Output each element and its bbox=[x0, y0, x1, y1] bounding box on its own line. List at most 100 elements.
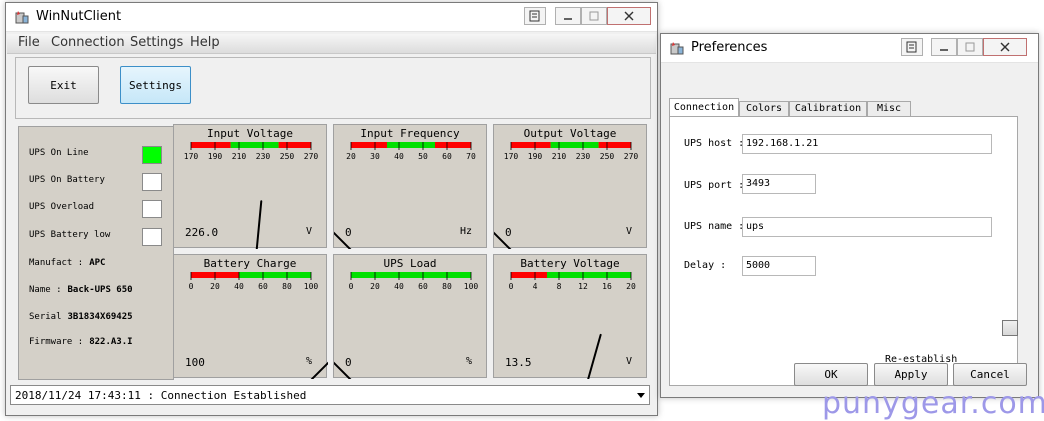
gauge-band-red bbox=[511, 142, 551, 148]
gauge-tick-label: 0 bbox=[189, 282, 194, 291]
gauge-value: 100 bbox=[185, 356, 205, 369]
gauge-tick-label: 270 bbox=[304, 152, 319, 161]
gauge-tick-label: 40 bbox=[394, 152, 404, 161]
preferences-window: Preferences Connection Colors Calibratio… bbox=[660, 33, 1039, 398]
maximize-icon[interactable] bbox=[957, 38, 983, 56]
gauge-unit: % bbox=[305, 356, 312, 367]
gauge-tick-label: 20 bbox=[346, 152, 356, 161]
minimize-icon[interactable] bbox=[555, 7, 581, 25]
gauge-tick-label: 170 bbox=[184, 152, 199, 161]
tab-calibration[interactable]: Calibration bbox=[789, 101, 867, 117]
gauge-band-red bbox=[511, 272, 547, 278]
info-serial: Serial 3B1834X69425 bbox=[29, 312, 133, 322]
maximize-icon[interactable] bbox=[581, 7, 607, 25]
ups-host-input[interactable]: 192.168.1.21 bbox=[742, 134, 992, 154]
manufact-label: Manufact : bbox=[29, 258, 84, 268]
gauge-tick-label: 190 bbox=[528, 152, 543, 161]
delay-input[interactable]: 5000 bbox=[742, 256, 816, 276]
status-label-battery-low: UPS Battery low bbox=[29, 230, 111, 240]
close-icon[interactable] bbox=[983, 38, 1027, 56]
gauge-needle bbox=[334, 361, 352, 379]
tab-misc[interactable]: Misc bbox=[867, 101, 911, 117]
status-indicator-online bbox=[142, 146, 162, 164]
gauge-tick-label: 50 bbox=[418, 152, 428, 161]
gauge-tick-label: 80 bbox=[282, 282, 292, 291]
gauge-tick-label: 12 bbox=[578, 282, 588, 291]
preferences-title: Preferences bbox=[691, 40, 768, 55]
gauge-tick-label: 210 bbox=[232, 152, 247, 161]
gauge-output-voltage: 170 190 210 230 250 270 Output Voltage 0 V bbox=[493, 124, 647, 249]
gauge-band-red bbox=[351, 142, 387, 148]
gauge-band-red bbox=[191, 142, 231, 148]
gauge-tick-label: 20 bbox=[210, 282, 220, 291]
gauge-tick-label: 250 bbox=[600, 152, 615, 161]
gauge-tick-label: 80 bbox=[442, 282, 452, 291]
menu-settings[interactable]: Settings bbox=[130, 35, 183, 50]
gauge-title: Battery Charge bbox=[203, 257, 297, 270]
toolbar: Exit Settings bbox=[15, 57, 651, 119]
gauge-title: UPS Load bbox=[383, 257, 437, 270]
gauge-ups-load: 0 20 40 60 80 100 UPS Load 0 % bbox=[333, 254, 487, 379]
reestablish-checkbox[interactable] bbox=[1002, 320, 1018, 336]
firmware-label: Firmware : bbox=[29, 337, 84, 347]
gauge-tick-label: 250 bbox=[280, 152, 295, 161]
gauge-title: Input Voltage bbox=[206, 127, 294, 140]
tab-colors[interactable]: Colors bbox=[739, 101, 789, 117]
gauge-svg: 0 20 40 60 80 100 bbox=[334, 272, 478, 379]
close-icon[interactable] bbox=[607, 7, 651, 25]
gauge-unit: V bbox=[625, 226, 632, 237]
ups-port-input[interactable]: 3493 bbox=[742, 174, 816, 194]
gauge-band-red bbox=[278, 142, 311, 148]
ok-button[interactable]: OK bbox=[794, 363, 868, 386]
name-label: Name : bbox=[29, 285, 62, 295]
gauge-unit: V bbox=[625, 356, 632, 367]
status-label-online: UPS On Line bbox=[29, 148, 89, 158]
cancel-button[interactable]: Cancel bbox=[953, 363, 1027, 386]
gauge-tick-label: 40 bbox=[234, 282, 244, 291]
main-window-title: WinNutClient bbox=[36, 9, 122, 24]
gauge-tick-label: 70 bbox=[466, 152, 476, 161]
watermark: punygear.com bbox=[822, 386, 1044, 421]
menu-file[interactable]: File bbox=[18, 35, 40, 50]
preferences-titlebar[interactable]: Preferences bbox=[661, 34, 1038, 63]
ups-host-label: UPS host : bbox=[684, 138, 745, 149]
menu-connection[interactable]: Connection bbox=[51, 35, 125, 50]
minimize-icon[interactable] bbox=[931, 38, 957, 56]
status-label-on-battery: UPS On Battery bbox=[29, 175, 105, 185]
gauge-tick-label: 170 bbox=[504, 152, 519, 161]
menu-help[interactable]: Help bbox=[190, 35, 220, 50]
gauge-tick-label: 0 bbox=[349, 282, 354, 291]
app-icon bbox=[15, 11, 29, 24]
ups-status-panel: UPS On Line UPS On Battery UPS Overload … bbox=[18, 126, 174, 380]
gauge-tick-label: 4 bbox=[533, 282, 538, 291]
gauge-needle bbox=[587, 333, 602, 379]
gauge-unit: % bbox=[465, 356, 472, 367]
status-label-overload: UPS Overload bbox=[29, 202, 95, 212]
gauge-unit: V bbox=[305, 226, 312, 237]
gauge-value: 13.5 bbox=[505, 356, 532, 369]
gauge-band-green bbox=[239, 272, 311, 278]
window-menu-icon[interactable] bbox=[524, 7, 546, 25]
log-dropdown[interactable]: 2018/11/24 17:43:11 : Connection Establi… bbox=[10, 385, 650, 405]
tab-connection[interactable]: Connection bbox=[669, 98, 739, 118]
main-window: WinNutClient File Connection Settings He… bbox=[5, 2, 658, 416]
exit-button[interactable]: Exit bbox=[28, 66, 99, 104]
gauge-tick-label: 60 bbox=[258, 282, 268, 291]
firmware-value: 822.A3.I bbox=[89, 337, 133, 347]
gauge-value: 0 bbox=[345, 356, 352, 369]
gauge-tick-label: 20 bbox=[370, 282, 380, 291]
apply-button[interactable]: Apply bbox=[874, 363, 948, 386]
gauge-band-green bbox=[351, 272, 471, 278]
gauge-tick-label: 230 bbox=[576, 152, 591, 161]
gauge-band-red bbox=[435, 142, 471, 148]
chevron-down-icon[interactable] bbox=[637, 393, 645, 398]
info-manufact: Manufact : APC bbox=[29, 258, 105, 268]
app-icon bbox=[670, 42, 684, 55]
window-menu-icon[interactable] bbox=[901, 38, 923, 56]
ups-name-input[interactable]: ups bbox=[742, 217, 992, 237]
gauge-svg: 170 190 210 230 250 270 bbox=[494, 142, 638, 249]
gauge-tick-label: 210 bbox=[552, 152, 567, 161]
settings-button[interactable]: Settings bbox=[120, 66, 191, 104]
main-titlebar[interactable]: WinNutClient bbox=[6, 3, 657, 32]
info-firmware: Firmware : 822.A3.I bbox=[29, 337, 133, 347]
